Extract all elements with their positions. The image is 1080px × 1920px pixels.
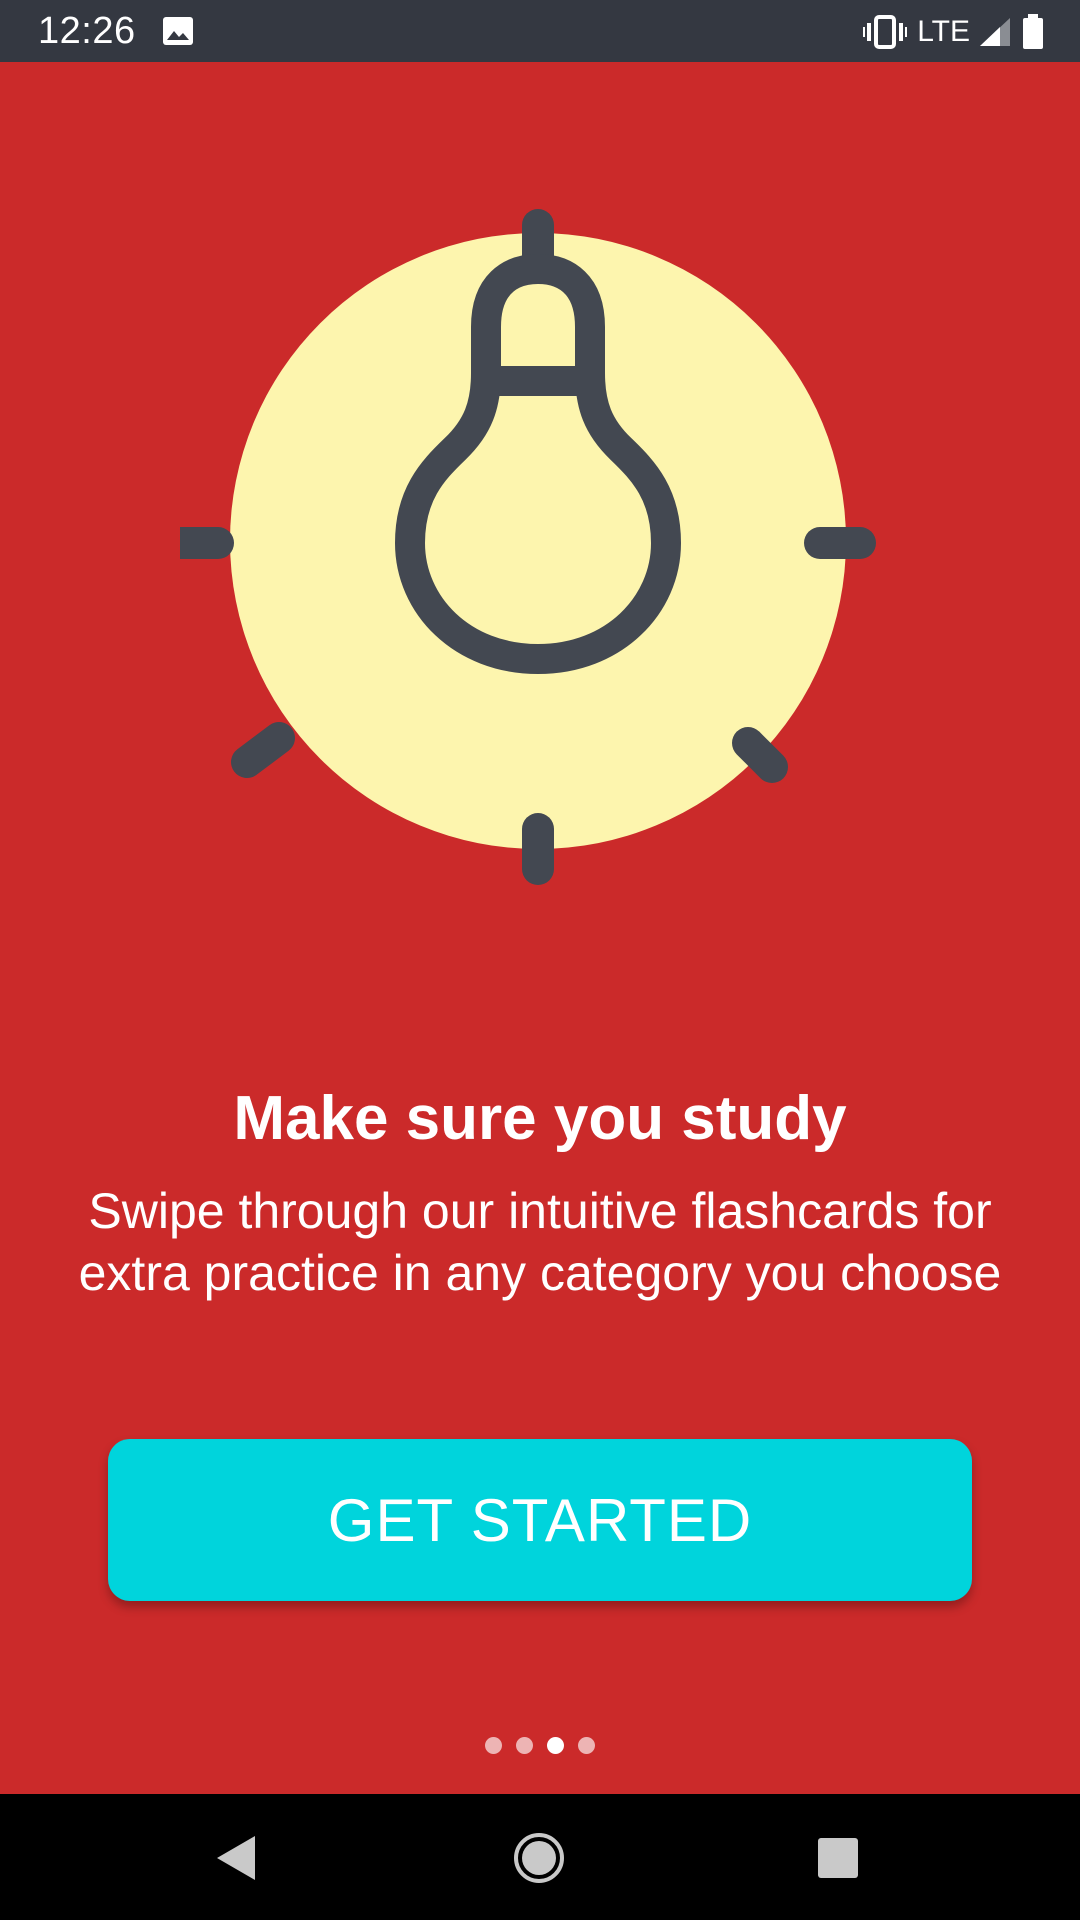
network-type: LTE [917, 15, 970, 48]
subtitle-line-2: extra practice in any category you choos… [78, 1245, 1002, 1301]
page-indicator [0, 1737, 1080, 1754]
page-dot-4[interactable] [578, 1737, 595, 1754]
status-bar: 12:26 LTE [0, 0, 1080, 62]
home-button[interactable] [501, 1820, 577, 1896]
image-icon [163, 17, 193, 45]
back-button[interactable] [198, 1820, 274, 1896]
recents-icon [818, 1838, 858, 1878]
subtitle-line-1: Swipe through our intuitive flashcards f… [88, 1183, 992, 1239]
battery-icon [1023, 14, 1043, 49]
back-icon [217, 1836, 255, 1880]
home-icon [514, 1833, 564, 1883]
navigation-bar [0, 1794, 1080, 1920]
onboarding-subtitle: Swipe through our intuitive flashcards f… [40, 1180, 1040, 1304]
status-time: 12:26 [38, 10, 136, 52]
onboarding-title: Make sure you study [233, 1084, 847, 1153]
page-dot-2[interactable] [516, 1737, 533, 1754]
get-started-button[interactable]: GET STARTED [108, 1439, 972, 1601]
page-dot-3-active[interactable] [547, 1737, 564, 1754]
page-dot-1[interactable] [485, 1737, 502, 1754]
recents-button[interactable] [800, 1820, 876, 1896]
status-right-group: LTE [863, 12, 1046, 52]
lightbulb-illustration [180, 209, 876, 885]
vibrate-icon [863, 15, 908, 49]
signal-icon [980, 18, 1010, 46]
onboarding-screen: 12:26 LTE Make sure you study Swipe thro… [0, 0, 1080, 1920]
